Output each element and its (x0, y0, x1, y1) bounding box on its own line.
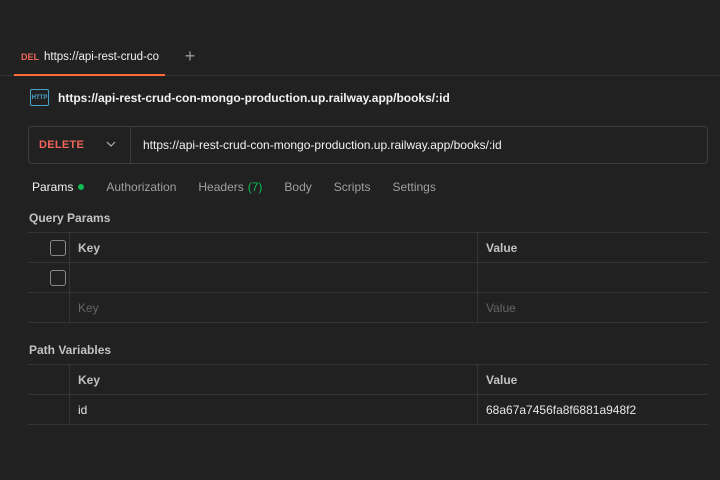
tab-scripts-label: Scripts (333, 180, 371, 194)
column-divider (477, 365, 478, 394)
tab-params-label: Params (32, 180, 74, 194)
tab-headers-label: Headers (198, 180, 244, 194)
table-row: id 68a67a7456fa8f6881a948f2 (28, 395, 708, 425)
request-tab[interactable]: DEL https://api-rest-crud-co (14, 40, 165, 76)
value-column-header: Value (486, 372, 518, 387)
active-dot-icon (78, 184, 85, 190)
path-variables-table: Key Value id 68a67a7456fa8f6881a948f2 (28, 364, 708, 425)
chevron-down-icon (106, 141, 116, 147)
tab-authorization-label: Authorization (106, 180, 177, 194)
value-column-header: Value (486, 240, 518, 255)
tab-body-label: Body (284, 180, 312, 194)
tab-settings[interactable]: Settings (392, 180, 435, 194)
url-bar: DELETE (28, 126, 708, 164)
request-header: HTTP https://api-rest-crud-con-mongo-pro… (30, 89, 450, 106)
table-row-new: Key Value (28, 293, 708, 323)
path-variable-key: id (78, 402, 88, 417)
key-column-header: Key (78, 372, 101, 387)
table-header-row: Key Value (28, 365, 708, 395)
column-divider (477, 263, 478, 292)
checkbox-cell (28, 293, 70, 322)
method-label: DELETE (39, 139, 85, 151)
method-dropdown[interactable]: DELETE (29, 127, 131, 163)
value-input[interactable]: Value (486, 293, 516, 322)
checkbox-cell (28, 395, 70, 424)
table-row (28, 263, 708, 293)
column-divider (477, 395, 478, 424)
checkbox-cell (28, 233, 70, 262)
key-column-header: Key (78, 240, 101, 255)
new-tab-plus-icon[interactable]: + (181, 46, 199, 66)
column-divider (477, 233, 478, 262)
tab-authorization[interactable]: Authorization (106, 180, 176, 194)
path-variable-value[interactable]: 68a67a7456fa8f6881a948f2 (486, 395, 636, 424)
tab-params[interactable]: Params (32, 180, 85, 194)
key-input[interactable]: Key (78, 293, 99, 322)
row-checkbox[interactable] (50, 270, 66, 286)
tab-method-label: DEL (21, 52, 39, 62)
path-variables-title: Path Variables (29, 343, 112, 357)
http-icon: HTTP (30, 89, 49, 106)
tab-title: https://api-rest-crud-co (44, 51, 160, 63)
tab-body[interactable]: Body (284, 180, 311, 194)
column-divider (477, 293, 478, 322)
tab-scripts[interactable]: Scripts (334, 180, 371, 194)
checkbox-cell (28, 263, 70, 292)
select-all-checkbox[interactable] (50, 240, 66, 256)
url-input[interactable] (131, 127, 707, 163)
request-name[interactable]: https://api-rest-crud-con-mongo-producti… (58, 91, 450, 105)
tab-settings-label: Settings (392, 180, 436, 194)
headers-count: (7) (247, 180, 263, 194)
table-header-row: Key Value (28, 233, 708, 263)
tab-bar: DEL https://api-rest-crud-co + (0, 0, 720, 76)
checkbox-cell (28, 365, 70, 394)
tab-headers[interactable]: Headers (7) (198, 180, 262, 194)
query-params-table: Key Value Key Value (28, 232, 708, 323)
request-subtabs: Params Authorization Headers (7) Body Sc… (32, 180, 458, 194)
query-params-title: Query Params (29, 211, 111, 225)
